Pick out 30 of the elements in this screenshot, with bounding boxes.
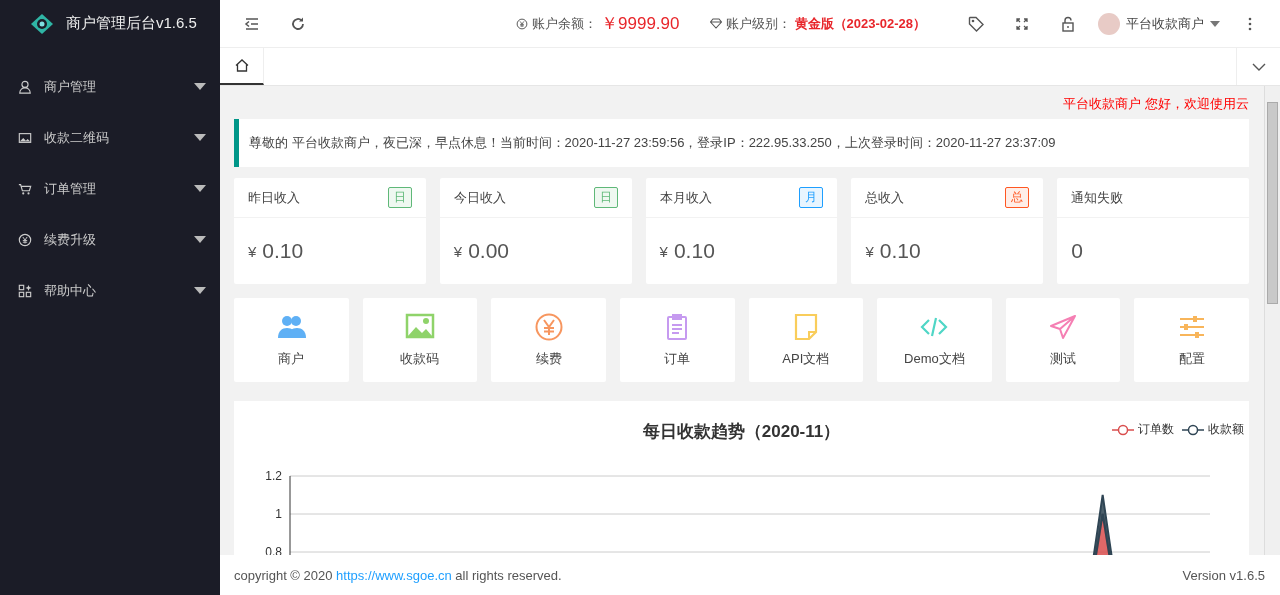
level-label: 账户级别： [725, 14, 791, 33]
level-value: 黄金版（2023-02-28） [794, 14, 926, 33]
marquee-text: 平台收款商户 您好，欢迎使用云 [1063, 96, 1249, 111]
stat-value: 0 [1071, 239, 1083, 263]
stat-title: 通知失败 [1071, 188, 1124, 207]
stat-value: 0.10 [262, 239, 304, 263]
stat-value: 0.10 [879, 239, 921, 263]
stat-title: 昨日收入 [248, 188, 300, 207]
axis-tick-label: 1.2 [265, 469, 282, 483]
stat-title: 本月收入 [659, 188, 712, 207]
stat-value: 0.10 [673, 239, 715, 263]
currency-symbol: ¥ [659, 242, 668, 260]
axis-tick-label: 1 [275, 507, 282, 521]
currency-symbol: ¥ [453, 242, 463, 260]
chart-title: 每日收款趋势（2020-11） [642, 420, 841, 443]
period-badge: 日 [593, 187, 618, 208]
stat-title: 总收入 [865, 188, 905, 207]
stat-value: 0.00 [468, 239, 509, 263]
welcome-message: 尊敬的 平台收款商户，夜已深，早点休息！当前时间：2020-11-27 23:59:56，登录IP：222.95.33.250，上次登录时间：2020-11-27 23:37:09 [234, 119, 1249, 167]
currency-symbol: ¥ [865, 242, 874, 260]
app-title: 商户管理后台v1.6.5 [66, 14, 197, 33]
period-badge: 日 [387, 187, 412, 208]
version-text: Version v1.6.5 [1182, 567, 1265, 583]
balance-value: ￥9999.90 [601, 13, 680, 35]
period-badge: 总 [1005, 187, 1030, 208]
period-badge: 月 [799, 187, 824, 208]
stat-title: 今日收入 [453, 188, 506, 207]
balance-label: 账户余额： [532, 14, 598, 33]
currency-symbol: ¥ [248, 242, 257, 260]
copyright-text: copyright © 2020 https://www.sgoe.cn all rights reserved. [234, 567, 562, 583]
